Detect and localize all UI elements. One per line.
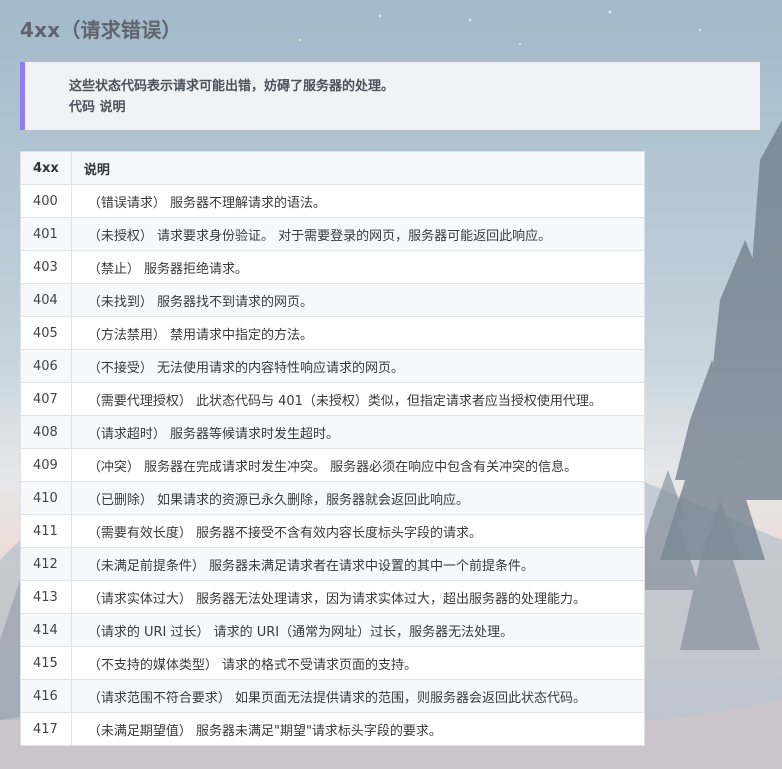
status-code-cell: 415 <box>20 646 72 680</box>
table-row: 415 （不支持的媒体类型） 请求的格式不受请求页面的支持。 <box>20 646 646 680</box>
status-code-cell: 409 <box>20 448 72 482</box>
description-cell: （请求超时） 服务器等候请求时发生超时。 <box>70 415 646 449</box>
status-code-cell: 411 <box>20 514 72 548</box>
table-row: 410 （已删除） 如果请求的资源已永久删除，服务器就会返回此响应。 <box>20 481 646 515</box>
status-code-cell: 400 <box>20 184 72 218</box>
status-code-cell: 405 <box>20 316 72 350</box>
status-code-cell: 406 <box>20 349 72 383</box>
intro-subtext: 代码 说明 <box>69 100 126 115</box>
description-cell: （禁止） 服务器拒绝请求。 <box>70 250 646 284</box>
description-cell: （错误请求） 服务器不理解请求的语法。 <box>70 184 646 218</box>
description-cell: （方法禁用） 禁用请求中指定的方法。 <box>70 316 646 350</box>
description-cell: （未授权） 请求要求身份验证。 对于需要登录的网页，服务器可能返回此响应。 <box>70 217 646 251</box>
table-row: 407 （需要代理授权） 此状态代码与 401（未授权）类似，但指定请求者应当授… <box>20 382 646 416</box>
intro-blockquote: 这些状态代码表示请求可能出错，妨碍了服务器的处理。 代码 说明 <box>20 62 760 130</box>
table-row: 400 （错误请求） 服务器不理解请求的语法。 <box>20 184 646 218</box>
description-cell: （未满足前提条件） 服务器未满足请求者在请求中设置的其中一个前提条件。 <box>70 547 646 581</box>
column-header-code: 4xx <box>20 151 72 185</box>
description-cell: （请求实体过大） 服务器无法处理请求，因为请求实体过大，超出服务器的处理能力。 <box>70 580 646 614</box>
status-code-cell: 407 <box>20 382 72 416</box>
description-cell: （未满足期望值） 服务器未满足"期望"请求标头字段的要求。 <box>70 712 646 746</box>
description-cell: （不接受） 无法使用请求的内容特性响应请求的网页。 <box>70 349 646 383</box>
status-code-cell: 403 <box>20 250 72 284</box>
status-code-cell: 413 <box>20 580 72 614</box>
table-row: 411 （需要有效长度） 服务器不接受不含有效内容长度标头字段的请求。 <box>20 514 646 548</box>
table-row: 406 （不接受） 无法使用请求的内容特性响应请求的网页。 <box>20 349 646 383</box>
section-heading: 4xx（请求错误） <box>20 18 182 42</box>
description-cell: （请求的 URI 过长） 请求的 URI（通常为网址）过长，服务器无法处理。 <box>70 613 646 647</box>
status-code-table: 4xx 说明 400 （错误请求） 服务器不理解请求的语法。 401 （未授权）… <box>20 151 646 746</box>
table-row: 412 （未满足前提条件） 服务器未满足请求者在请求中设置的其中一个前提条件。 <box>20 547 646 581</box>
table-row: 417 （未满足期望值） 服务器未满足"期望"请求标头字段的要求。 <box>20 712 646 746</box>
table-row: 409 （冲突） 服务器在完成请求时发生冲突。 服务器必须在响应中包含有关冲突的… <box>20 448 646 482</box>
table-header-row: 4xx 说明 <box>20 151 646 185</box>
description-cell: （请求范围不符合要求） 如果页面无法提供请求的范围，则服务器会返回此状态代码。 <box>70 679 646 713</box>
table-row: 416 （请求范围不符合要求） 如果页面无法提供请求的范围，则服务器会返回此状态… <box>20 679 646 713</box>
table-row: 403 （禁止） 服务器拒绝请求。 <box>20 250 646 284</box>
status-code-cell: 416 <box>20 679 72 713</box>
description-cell: （需要有效长度） 服务器不接受不含有效内容长度标头字段的请求。 <box>70 514 646 548</box>
intro-text: 这些状态代码表示请求可能出错，妨碍了服务器的处理。 <box>69 79 395 94</box>
description-cell: （已删除） 如果请求的资源已永久删除，服务器就会返回此响应。 <box>70 481 646 515</box>
description-cell: （未找到） 服务器找不到请求的网页。 <box>70 283 646 317</box>
table-row: 401 （未授权） 请求要求身份验证。 对于需要登录的网页，服务器可能返回此响应… <box>20 217 646 251</box>
description-cell: （不支持的媒体类型） 请求的格式不受请求页面的支持。 <box>70 646 646 680</box>
status-code-cell: 414 <box>20 613 72 647</box>
status-code-cell: 417 <box>20 712 72 746</box>
status-code-cell: 410 <box>20 481 72 515</box>
table-row: 413 （请求实体过大） 服务器无法处理请求，因为请求实体过大，超出服务器的处理… <box>20 580 646 614</box>
table-row: 405 （方法禁用） 禁用请求中指定的方法。 <box>20 316 646 350</box>
table-row: 414 （请求的 URI 过长） 请求的 URI（通常为网址）过长，服务器无法处… <box>20 613 646 647</box>
status-code-cell: 404 <box>20 283 72 317</box>
table-row: 408 （请求超时） 服务器等候请求时发生超时。 <box>20 415 646 449</box>
status-code-cell: 401 <box>20 217 72 251</box>
status-code-cell: 412 <box>20 547 72 581</box>
status-code-cell: 408 <box>20 415 72 449</box>
column-header-description: 说明 <box>70 151 646 185</box>
description-cell: （需要代理授权） 此状态代码与 401（未授权）类似，但指定请求者应当授权使用代… <box>70 382 646 416</box>
description-cell: （冲突） 服务器在完成请求时发生冲突。 服务器必须在响应中包含有关冲突的信息。 <box>70 448 646 482</box>
table-row: 404 （未找到） 服务器找不到请求的网页。 <box>20 283 646 317</box>
